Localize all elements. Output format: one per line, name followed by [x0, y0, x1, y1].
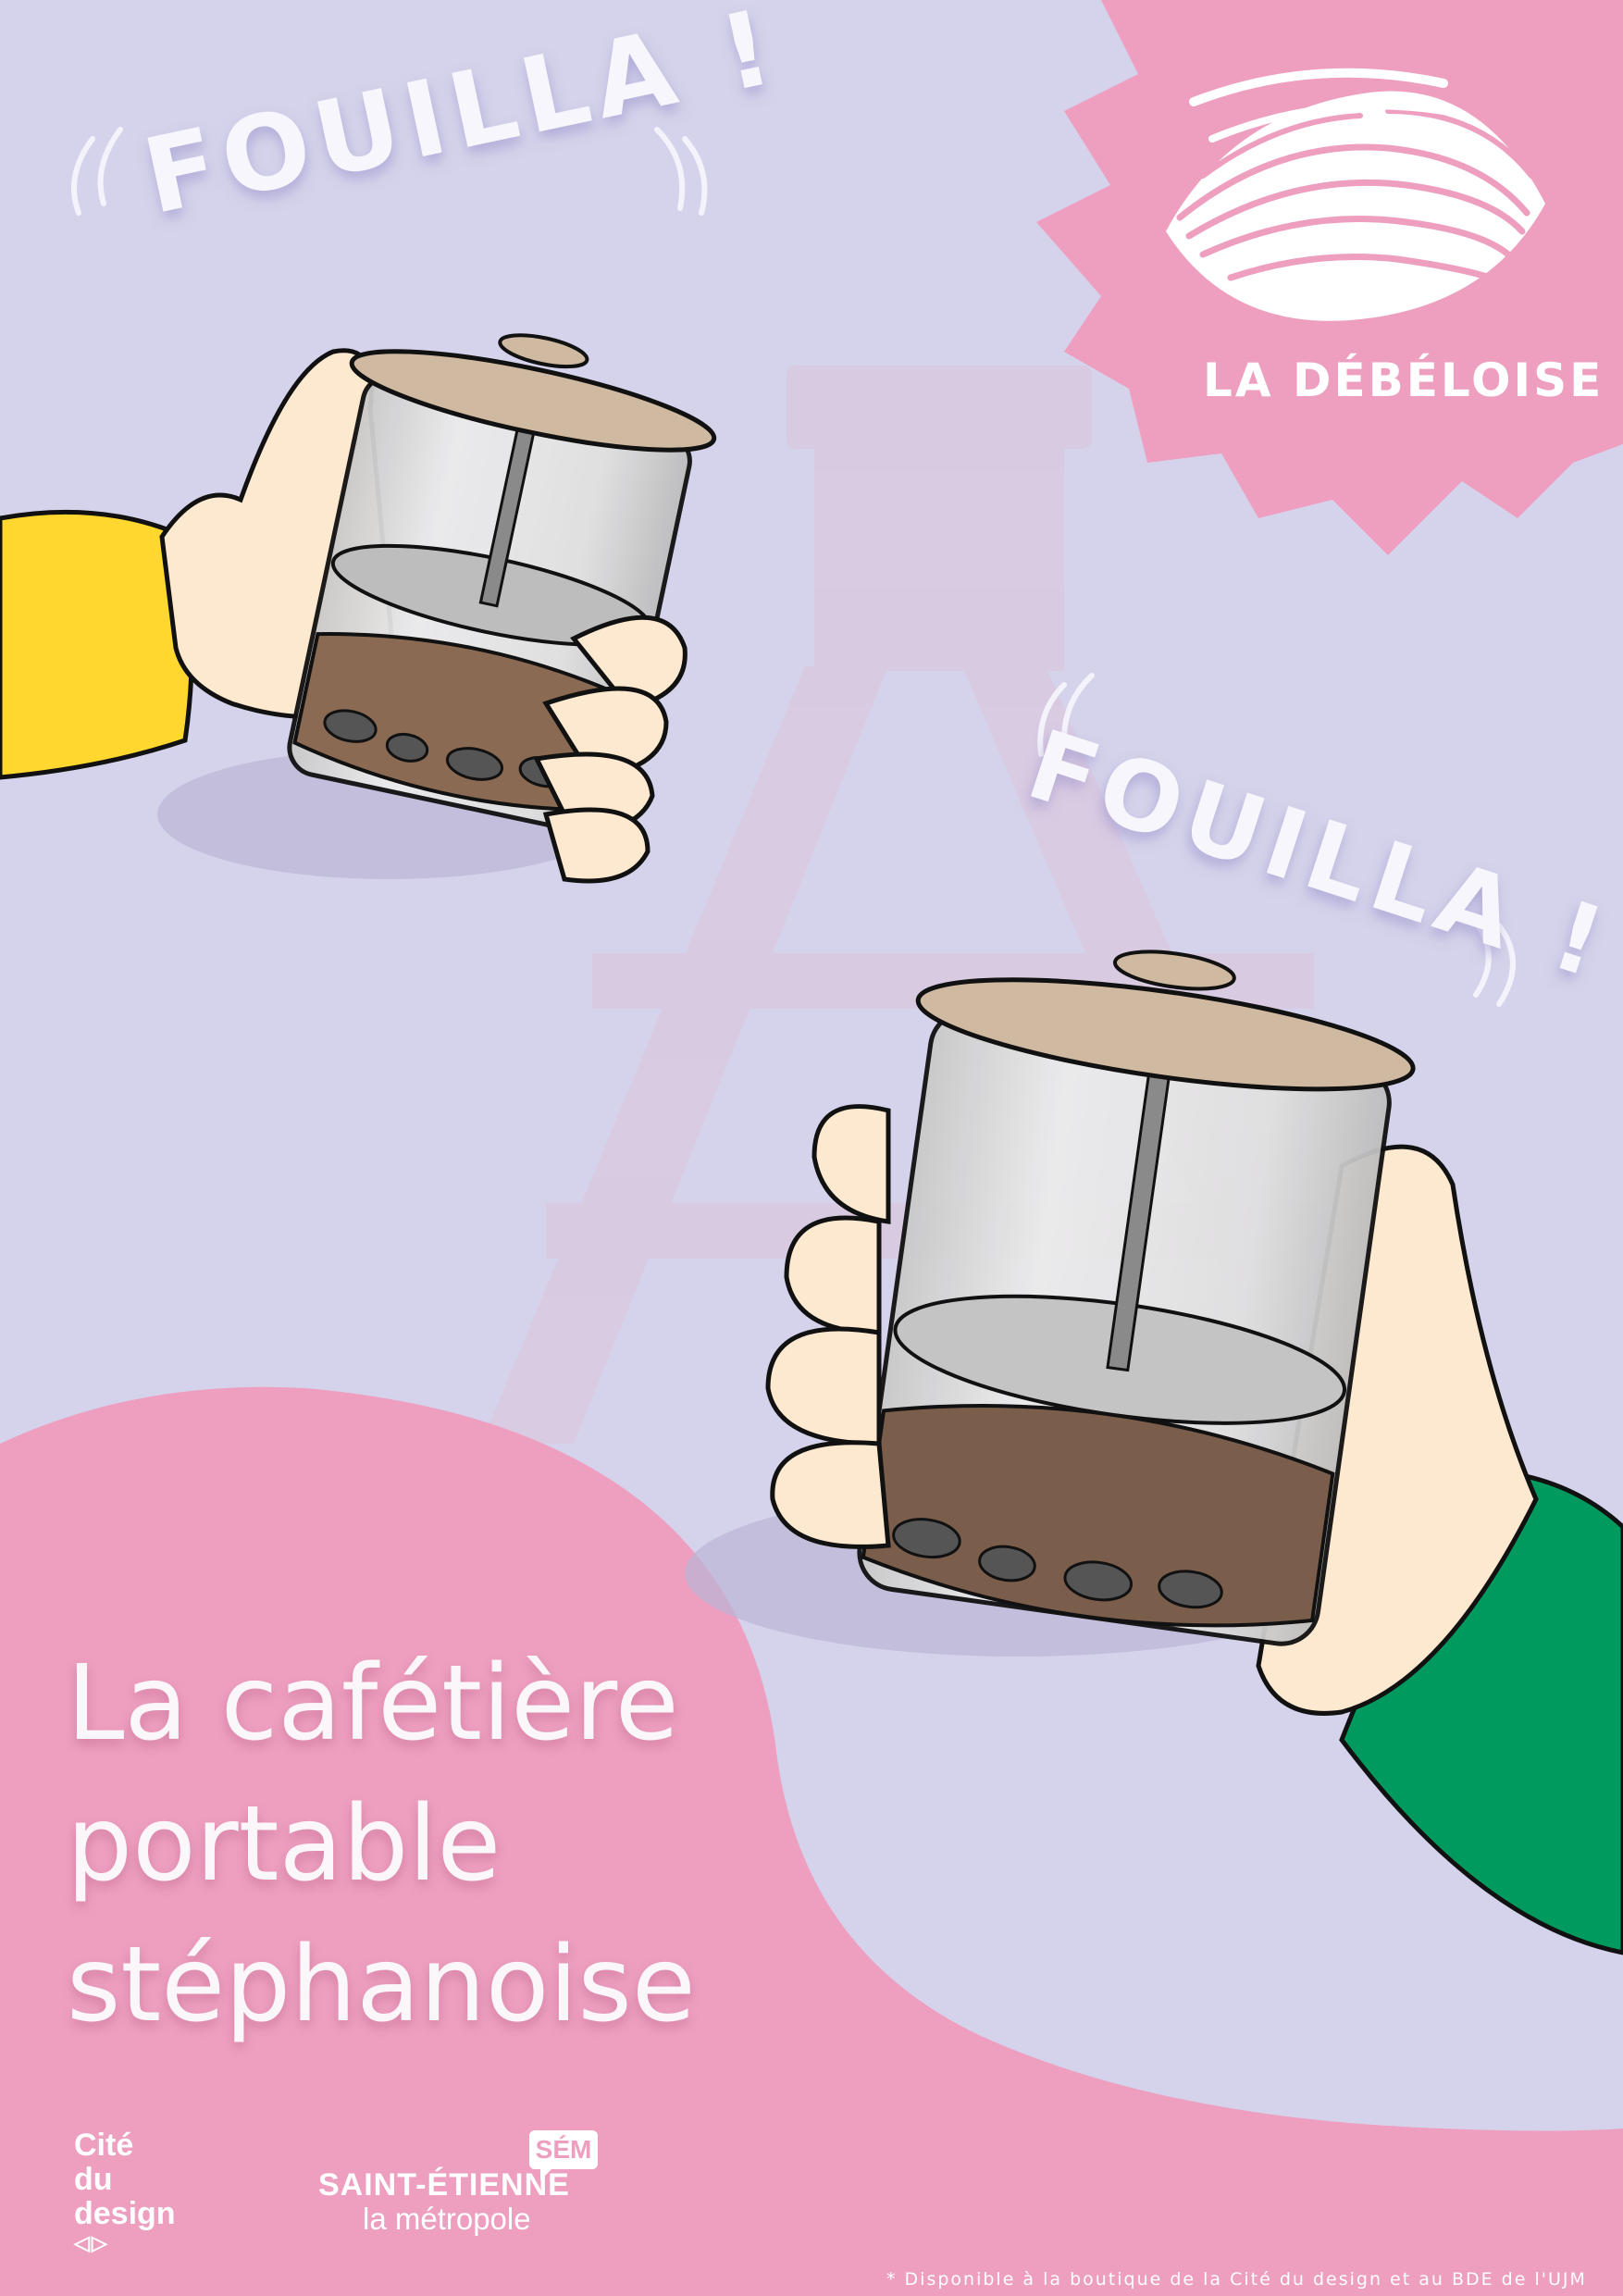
headline-line-3: stéphanoise: [67, 1925, 696, 2045]
availability-footnote: * Disponible à la boutique de la Cité du…: [886, 2269, 1587, 2290]
metropole-sub: la métropole: [363, 2202, 531, 2236]
saint-etienne-metropole-logo: SAINT-ÉTIENNE la métropole: [318, 2167, 570, 2236]
cite-logo-line-3: design: [74, 2196, 176, 2231]
metropole-city: SAINT-ÉTIENNE: [318, 2167, 570, 2203]
hand-fingers: [765, 1104, 891, 1549]
headline-line-1: La cafétière: [67, 1644, 679, 1764]
cite-du-design-logo: Cité du design ◁▷: [74, 2128, 176, 2255]
brand-name: LA DÉBÉLOISE: [1203, 354, 1604, 407]
headline-line-2: portable: [67, 1784, 502, 1905]
cite-logo-line-1: Cité: [74, 2128, 134, 2163]
right-press-group: [685, 949, 1623, 1955]
left-press-group: [0, 333, 717, 884]
cite-logo-line-2: du: [74, 2162, 113, 2197]
cite-logo-mark: ◁▷: [74, 2231, 109, 2254]
headline: La cafétière portable stéphanoise: [67, 1633, 696, 2055]
sem-badge: SÉM: [529, 2130, 598, 2180]
